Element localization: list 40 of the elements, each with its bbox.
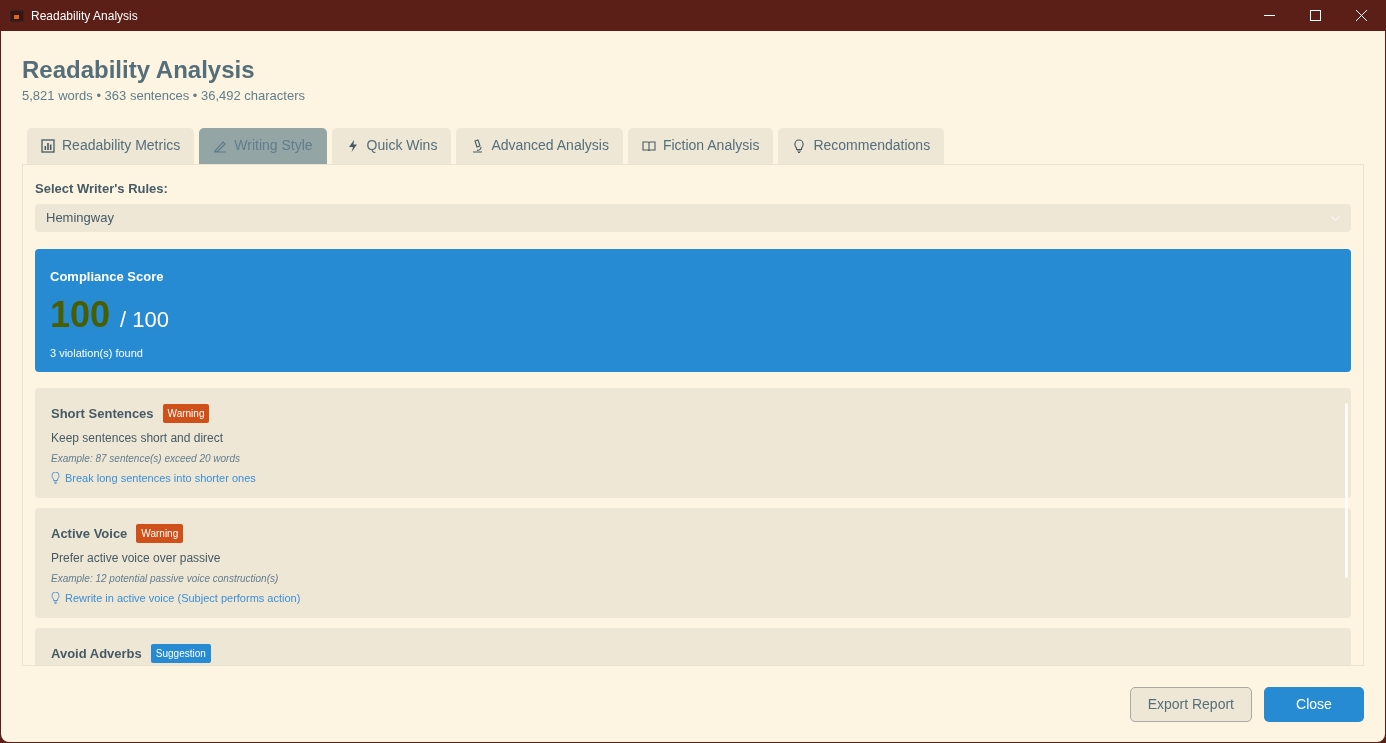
card-title: Compliance Score — [50, 268, 165, 286]
tab[interactable]: Readability Metrics — [27, 127, 195, 164]
compliance-score: 100 — [50, 292, 111, 337]
microscope-icon — [470, 138, 485, 153]
tab[interactable]: Recommendations — [778, 127, 945, 164]
rule-tip: Rewrite in active voice (Subject performs action) — [65, 590, 301, 606]
lightbulb-icon — [51, 471, 60, 484]
rule-description: Prefer active voice over passive — [51, 549, 222, 567]
tab[interactable]: Advanced Analysis — [456, 127, 623, 164]
close-icon — [1355, 10, 1367, 21]
rule-title: Avoid Adverbs — [51, 645, 142, 663]
book-icon — [641, 138, 656, 153]
tab[interactable]: Quick Wins — [331, 127, 452, 164]
field-label: Select Writer's Rules: — [35, 179, 169, 198]
tab[interactable]: Fiction Analysis — [627, 127, 774, 164]
minimize-icon — [1263, 15, 1275, 16]
severity-badge: Warning — [162, 404, 210, 424]
rule-title: Active Voice — [51, 525, 128, 543]
score-maximum: / 100 — [120, 305, 169, 334]
scrollbar[interactable] — [1345, 403, 1348, 578]
rule-example: Example: 87 sentence(s) exceed 20 words — [51, 451, 241, 466]
severity-badge: Suggestion — [150, 644, 211, 664]
violation-count: 3 violation(s) found — [50, 345, 144, 361]
rule-tip: Break long sentences into shorter ones — [65, 470, 256, 486]
dialog-title: Readability Analysis — [22, 55, 256, 85]
chevron-down-icon — [1331, 215, 1340, 221]
close-button[interactable]: Close — [1264, 686, 1364, 722]
document-stats: 5,821 words • 363 sentences • 36,492 characters — [22, 87, 306, 105]
lightbulb-icon — [792, 138, 807, 153]
export-report-button[interactable]: Export Report — [1129, 686, 1252, 722]
severity-badge: Warning — [136, 524, 184, 544]
maximize-icon — [1309, 10, 1321, 21]
rule-example: Example: 12 potential passive voice construction(s) — [51, 571, 280, 586]
rule-description: Keep sentences short and direct — [51, 429, 225, 447]
window-title: Readability Analysis — [31, 7, 138, 25]
rule-title: Short Sentences — [51, 405, 154, 423]
app-icon — [10, 9, 24, 22]
rules-dropdown[interactable]: Hemingway — [35, 204, 1351, 232]
lightbulb-icon — [51, 591, 60, 604]
chart-icon — [41, 138, 55, 153]
